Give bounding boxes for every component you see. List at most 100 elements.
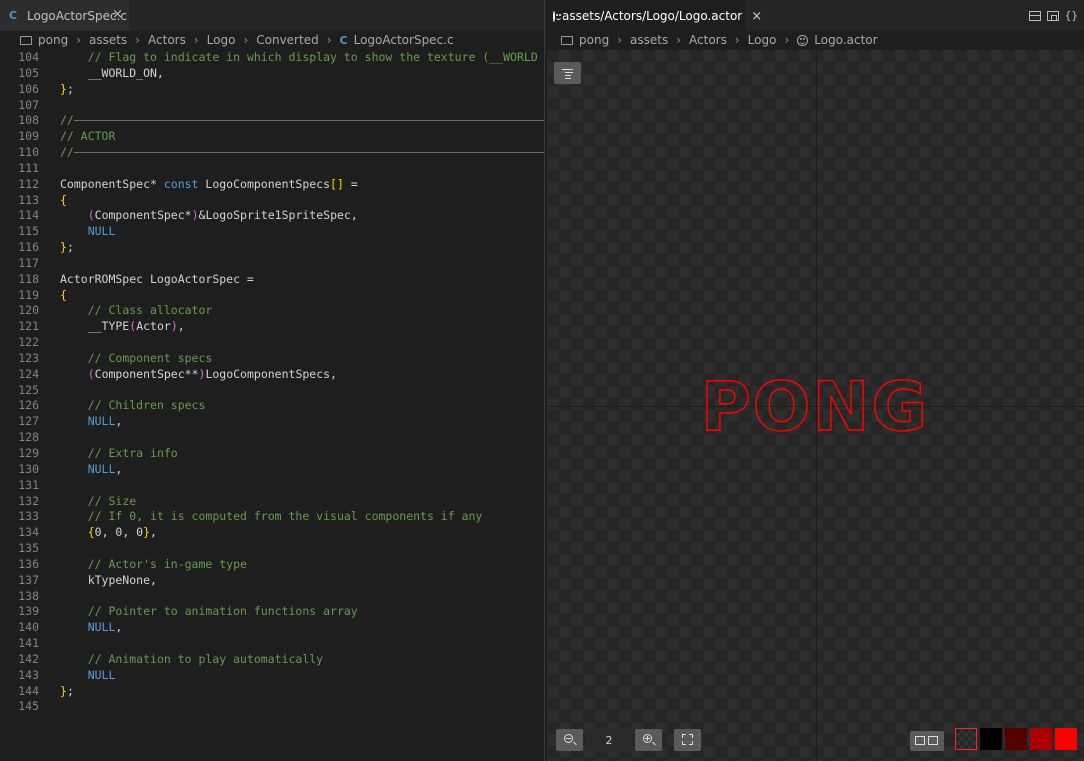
tab-logoactorspec[interactable]: C LogoActorSpec.c × bbox=[0, 0, 129, 31]
json-braces-icon[interactable]: {} bbox=[1065, 9, 1078, 22]
line-text: NULL, bbox=[87, 620, 123, 635]
line-text: // Component specs bbox=[87, 350, 213, 365]
frame-icon bbox=[928, 736, 938, 745]
line-text: __TYPE(Actor), bbox=[60, 319, 185, 334]
line-number: 112 bbox=[18, 176, 39, 191]
breadcrumb-item[interactable]: Actors bbox=[689, 33, 727, 47]
palette-swatch[interactable] bbox=[955, 728, 977, 750]
comment-rule bbox=[74, 152, 544, 154]
code-line: 136 // Actor's in-game type bbox=[0, 556, 544, 572]
breadcrumb-item[interactable]: Actors bbox=[148, 33, 186, 47]
code-line: 128 bbox=[0, 429, 544, 445]
outline-toggle-button[interactable] bbox=[554, 62, 581, 84]
code-line: 132 // Size bbox=[0, 493, 544, 509]
breadcrumb-item[interactable]: pong bbox=[579, 33, 609, 47]
palette-swatch[interactable] bbox=[980, 728, 1002, 750]
zoom-in-button[interactable] bbox=[635, 729, 662, 751]
palette-swatch[interactable] bbox=[1030, 728, 1052, 750]
line-number: 123 bbox=[18, 350, 39, 365]
chevron-right-icon: › bbox=[617, 33, 622, 47]
chevron-right-icon: › bbox=[784, 33, 790, 47]
line-number: 132 bbox=[18, 493, 39, 508]
code-line: 135 bbox=[0, 540, 544, 556]
breadcrumb-item[interactable]: pong bbox=[38, 33, 68, 47]
fit-to-screen-button[interactable] bbox=[674, 729, 701, 751]
zoom-in-icon bbox=[643, 734, 652, 743]
breadcrumb-item[interactable]: Logo bbox=[748, 33, 777, 47]
pong-logo-text: PONG bbox=[701, 375, 929, 437]
line-text: }; bbox=[60, 81, 74, 96]
breadcrumb-item[interactable]: Logo bbox=[207, 33, 236, 47]
line-number: 129 bbox=[18, 446, 39, 460]
line-number: 130 bbox=[18, 461, 39, 476]
chevron-right-icon: › bbox=[734, 33, 740, 47]
line-text: { bbox=[60, 287, 67, 302]
line-text: }; bbox=[60, 683, 74, 698]
line-text: (ComponentSpec**)LogoComponentSpecs, bbox=[87, 366, 337, 381]
line-number: 105 bbox=[18, 65, 39, 80]
line-number: 143 bbox=[18, 667, 39, 682]
line-text: // Class allocator bbox=[87, 303, 213, 318]
palette-swatch[interactable] bbox=[1005, 728, 1027, 750]
code-line: 130 NULL, bbox=[0, 461, 544, 477]
breadcrumb-file[interactable]: Logo.actor bbox=[814, 33, 877, 47]
line-number: 106 bbox=[18, 81, 39, 96]
preview-icon[interactable] bbox=[1046, 10, 1059, 21]
line-number: 111 bbox=[18, 160, 39, 175]
code-line: 138 bbox=[0, 588, 544, 604]
code-line: 108 // bbox=[0, 112, 544, 128]
line-text: // If 0, it is computed from the visual … bbox=[87, 509, 483, 524]
line-text: NULL bbox=[87, 667, 116, 682]
code-line: 140 NULL, bbox=[0, 619, 544, 635]
breadcrumb: pong › assets › Actors › Logo › Converte… bbox=[0, 31, 544, 49]
code-line: 125 bbox=[0, 382, 544, 398]
breadcrumb-item[interactable]: assets bbox=[89, 33, 127, 47]
line-number: 119 bbox=[18, 287, 39, 302]
line-text: }; bbox=[60, 240, 74, 255]
pong-logo-sprite: PONG bbox=[700, 375, 929, 437]
c-file-icon: C bbox=[9, 9, 18, 22]
line-text: // Animation to play automatically bbox=[87, 651, 324, 666]
code-line: 133 // If 0, it is computed from the vis… bbox=[0, 508, 544, 524]
split-editor-icon[interactable] bbox=[1028, 10, 1041, 21]
zoom-out-button[interactable] bbox=[556, 729, 583, 751]
line-number: 134 bbox=[18, 525, 39, 540]
code-line: 118 ActorROMSpec LogoActorSpec = bbox=[0, 271, 544, 287]
zoom-out-icon bbox=[564, 734, 573, 743]
breadcrumb-item[interactable]: assets bbox=[630, 33, 668, 47]
editor-tabbar: assets/Actors/Logo/Logo.actor × {} bbox=[545, 0, 1084, 31]
close-icon[interactable]: × bbox=[112, 8, 123, 22]
smiley-icon bbox=[797, 34, 809, 46]
code-line: 122 bbox=[0, 334, 544, 350]
line-number: 124 bbox=[18, 366, 39, 381]
line-number: 115 bbox=[18, 224, 39, 239]
code-line: 110 // bbox=[0, 144, 544, 160]
sprite-canvas[interactable]: PONG 2 bbox=[547, 50, 1084, 761]
folder-icon bbox=[561, 35, 573, 45]
frame-icon bbox=[915, 736, 925, 745]
chevron-right-icon: › bbox=[135, 33, 141, 47]
palette-swatch[interactable] bbox=[1055, 728, 1077, 750]
breadcrumb-file[interactable]: LogoActorSpec.c bbox=[354, 33, 454, 47]
breadcrumb: pong › assets › Actors › Logo › Logo.act… bbox=[561, 31, 878, 49]
onion-skin-button[interactable] bbox=[910, 731, 944, 751]
line-text: NULL, bbox=[87, 414, 123, 429]
breadcrumb-item[interactable]: Converted bbox=[256, 33, 318, 47]
tab-logo-actor[interactable]: assets/Actors/Logo/Logo.actor × bbox=[545, 0, 762, 31]
line-text: ActorROMSpec LogoActorSpec = bbox=[60, 271, 254, 286]
line-number: 116 bbox=[18, 240, 39, 255]
code-line: 120 // Class allocator bbox=[0, 302, 544, 318]
line-text: // ACTOR bbox=[60, 129, 116, 144]
line-number: 122 bbox=[18, 335, 39, 350]
code-editor-pane: C LogoActorSpec.c × pong › assets › Acto… bbox=[0, 0, 544, 761]
zoom-level[interactable]: 2 bbox=[586, 729, 632, 751]
smiley-icon bbox=[553, 10, 561, 22]
code-line: 131 bbox=[0, 477, 544, 493]
line-number: 141 bbox=[18, 636, 39, 651]
close-icon[interactable]: × bbox=[751, 9, 762, 24]
line-number: 144 bbox=[18, 683, 39, 698]
chevron-right-icon: › bbox=[243, 33, 249, 47]
chevron-right-icon: › bbox=[193, 33, 199, 47]
code-line: 126 // Children specs bbox=[0, 397, 544, 413]
line-text: // Size bbox=[87, 493, 137, 508]
